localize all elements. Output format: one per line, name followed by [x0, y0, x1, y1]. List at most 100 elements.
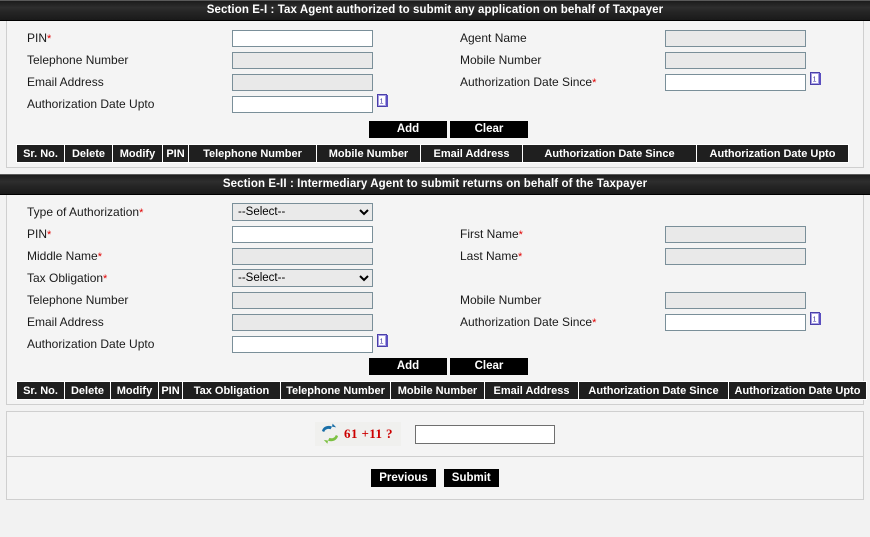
th-delete: Delete — [64, 381, 111, 400]
auth-date-since-input-e1[interactable] — [665, 73, 806, 91]
form-row: Authorization Date Upto 1 — [17, 93, 853, 115]
type-of-authorization-select[interactable]: --Select-- — [232, 203, 373, 221]
calendar-icon[interactable]: 1 — [810, 312, 821, 326]
auth-date-upto-input-e1[interactable] — [232, 95, 373, 113]
field-label: Tax Obligation* — [27, 271, 108, 285]
telephone-input-e1[interactable] — [232, 51, 373, 69]
pin-input-e2[interactable] — [232, 225, 373, 243]
th-auth-upto: Authorization Date Upto — [728, 381, 867, 400]
th-email: Email Address — [420, 144, 523, 163]
captcha-question-box: 61 +11 ? — [315, 422, 401, 446]
required-marker: * — [47, 229, 52, 241]
svg-text:1: 1 — [380, 339, 384, 346]
section-e1-panel: PIN* Agent Name Telephone Number Mobile … — [6, 21, 864, 168]
svg-text:1: 1 — [813, 77, 817, 84]
clear-button-e1[interactable]: Clear — [450, 121, 528, 138]
field-label: First Name* — [460, 227, 523, 241]
form-row: Email Address Authorization Date Since* … — [17, 311, 853, 333]
form-row: Email Address Authorization Date Since* … — [17, 71, 853, 93]
add-button-e1[interactable]: Add — [369, 121, 447, 138]
email-input-e1[interactable] — [232, 73, 373, 91]
field-label: Type of Authorization* — [27, 205, 144, 219]
th-sr-no: Sr. No. — [16, 381, 65, 400]
th-sr-no: Sr. No. — [16, 144, 65, 163]
required-marker: * — [97, 251, 102, 263]
th-auth-since: Authorization Date Since — [522, 144, 697, 163]
tax-obligation-select[interactable]: --Select-- — [232, 269, 373, 287]
field-telephone-e2: Telephone Number — [17, 291, 452, 309]
agent-name-input[interactable] — [665, 29, 806, 47]
th-email: Email Address — [484, 381, 579, 400]
form-row: Authorization Date Upto 1 — [17, 333, 853, 355]
calendar-icon[interactable]: 1 — [377, 334, 388, 348]
auth-date-since-input-e2[interactable] — [665, 313, 806, 331]
email-input-e2[interactable] — [232, 313, 373, 331]
th-mobile: Mobile Number — [316, 144, 421, 163]
field-auth-date-since-e1: Authorization Date Since* 1 — [452, 72, 870, 91]
clear-button-e2[interactable]: Clear — [450, 358, 528, 375]
field-label: Telephone Number — [27, 53, 129, 67]
middle-name-input[interactable] — [232, 247, 373, 265]
field-email-e2: Email Address — [17, 313, 452, 331]
required-marker: * — [139, 207, 144, 219]
form-row: Telephone Number Mobile Number — [17, 49, 853, 71]
calendar-icon[interactable]: 1 — [810, 72, 821, 86]
required-marker: * — [518, 229, 523, 241]
table-header-row: Sr. No. Delete Modify PIN Tax Obligation… — [16, 381, 867, 400]
required-marker: * — [47, 33, 52, 45]
field-mobile-e2: Mobile Number — [452, 291, 870, 309]
footer-panel: Previous Submit — [6, 457, 864, 500]
field-label: PIN* — [27, 227, 52, 241]
field-mobile-e1: Mobile Number — [452, 51, 870, 69]
previous-button[interactable]: Previous — [371, 469, 436, 487]
field-telephone-e1: Telephone Number — [17, 51, 452, 69]
add-button-e2[interactable]: Add — [369, 358, 447, 375]
field-label: PIN* — [27, 31, 52, 45]
field-label: Email Address — [27, 315, 104, 329]
mobile-input-e1[interactable] — [665, 51, 806, 69]
form-row: PIN* First Name* — [17, 223, 853, 245]
agents-table-e2: Sr. No. Delete Modify PIN Tax Obligation… — [16, 381, 867, 400]
field-label: Email Address — [27, 75, 104, 89]
field-label: Telephone Number — [27, 293, 129, 307]
field-email-e1: Email Address — [17, 73, 452, 91]
first-name-input[interactable] — [665, 225, 806, 243]
th-modify: Modify — [112, 144, 163, 163]
required-marker: * — [103, 273, 108, 285]
required-marker: * — [592, 77, 597, 89]
th-telephone: Telephone Number — [280, 381, 391, 400]
captcha-panel: 61 +11 ? — [6, 411, 864, 457]
form-row: Type of Authorization* --Select-- — [17, 201, 853, 223]
telephone-input-e2[interactable] — [232, 291, 373, 309]
field-auth-date-since-e2: Authorization Date Since* 1 — [452, 312, 870, 331]
th-pin: PIN — [158, 381, 183, 400]
required-marker: * — [592, 317, 597, 329]
captcha-answer-input[interactable] — [414, 424, 555, 444]
th-auth-since: Authorization Date Since — [578, 381, 729, 400]
field-first-name: First Name* — [452, 225, 870, 243]
th-pin: PIN — [162, 144, 189, 163]
svg-text:1: 1 — [380, 99, 384, 106]
calendar-icon[interactable]: 1 — [377, 94, 388, 108]
pin-input-e1[interactable] — [232, 29, 373, 47]
submit-button[interactable]: Submit — [443, 469, 499, 487]
field-type-of-authorization: Type of Authorization* --Select-- — [17, 203, 452, 221]
field-label: Middle Name* — [27, 249, 102, 263]
e2-action-row: Add Clear — [17, 358, 853, 379]
auth-date-upto-input-e2[interactable] — [232, 335, 373, 353]
field-label: Authorization Date Since* — [460, 75, 597, 89]
field-middle-name: Middle Name* — [17, 247, 452, 265]
refresh-icon[interactable] — [319, 423, 341, 445]
last-name-input[interactable] — [665, 247, 806, 265]
field-auth-date-upto-e1: Authorization Date Upto 1 — [17, 94, 452, 113]
section-e2-header: Section E-II : Intermediary Agent to sub… — [0, 174, 870, 195]
field-pin-e2: PIN* — [17, 225, 452, 243]
required-marker: * — [518, 251, 523, 263]
captcha-question: 61 +11 ? — [344, 426, 393, 441]
th-telephone: Telephone Number — [188, 144, 317, 163]
field-label: Authorization Date Upto — [27, 97, 155, 111]
field-label: Last Name* — [460, 249, 523, 263]
field-tax-obligation: Tax Obligation* --Select-- — [17, 269, 452, 287]
mobile-input-e2[interactable] — [665, 291, 806, 309]
form-row: Tax Obligation* --Select-- — [17, 267, 853, 289]
